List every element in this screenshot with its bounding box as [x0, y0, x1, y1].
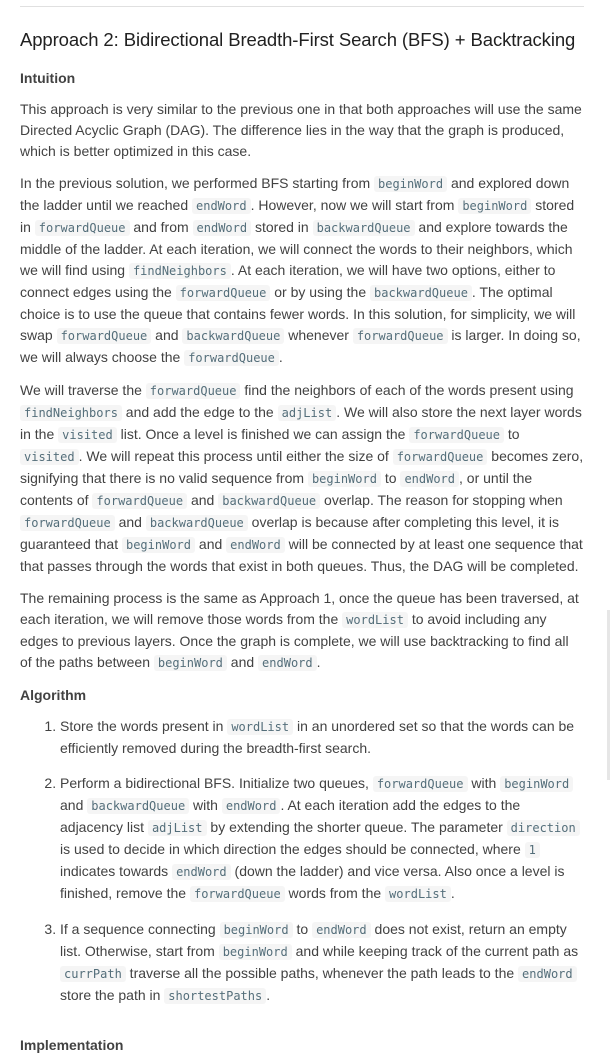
text-run: Store the words present in: [60, 718, 228, 734]
text-run: In the previous solution, we performed B…: [20, 175, 375, 191]
inline-code: endWord: [172, 864, 231, 880]
text-run: .: [266, 987, 271, 1003]
inline-code: beginWord: [219, 922, 293, 938]
inline-code: beginWord: [218, 944, 292, 960]
text-run: and from: [129, 219, 193, 235]
text-run: stored in: [251, 219, 313, 235]
text-run: and: [195, 536, 227, 552]
inline-code: findNeighbors: [20, 405, 122, 421]
algorithm-heading: Algorithm: [20, 687, 87, 703]
inline-code: beginWord: [458, 198, 532, 214]
inline-code: endWord: [258, 655, 317, 671]
text-run: .: [450, 885, 455, 901]
inline-code: forwardQueue: [92, 493, 188, 509]
inline-code: forwardQueue: [20, 515, 115, 531]
inline-code: forwardQueue: [184, 350, 279, 366]
text-run: and: [226, 654, 259, 670]
top-divider: [20, 6, 584, 7]
implementation-heading: Implementation: [20, 1037, 124, 1053]
inline-code: forwardQueue: [352, 328, 448, 344]
text-run: and: [60, 797, 88, 813]
text-run: by extending the shorter queue. The para…: [206, 819, 507, 835]
text-run: is used to decide in which direction the…: [60, 841, 525, 857]
inline-code: forwardQueue: [409, 427, 505, 443]
inline-code: forwardQueue: [34, 220, 130, 236]
text-run: list. Once a level is finished we can as…: [116, 426, 410, 442]
algorithm-steps: Store the words present in wordList in a…: [20, 716, 584, 1007]
inline-code: visited: [20, 449, 79, 465]
text-run: or by using the: [270, 284, 370, 300]
inline-code: forwardQueue: [189, 886, 285, 902]
text-run: .: [316, 654, 321, 670]
text-run: and: [114, 514, 146, 530]
text-run: store the path in: [60, 987, 165, 1003]
inline-code: wordList: [227, 719, 294, 735]
text-run: . We will repeat this process until eith…: [78, 448, 393, 464]
inline-code: endWord: [518, 966, 577, 982]
algorithm-step-3: If a sequence connecting beginWord to en…: [60, 919, 584, 1007]
inline-code: endWord: [400, 471, 460, 487]
text-run: and: [187, 492, 219, 508]
inline-code: endWord: [221, 798, 281, 814]
inline-code: backwardQueue: [312, 220, 415, 236]
approach-title: Approach 2: Bidirectional Breadth-First …: [20, 29, 576, 50]
text-run: and while keeping track of the current p…: [291, 943, 579, 959]
inline-code: adjList: [147, 820, 207, 836]
text-run: . However, now we will start from: [250, 197, 459, 213]
inline-code: forwardQueue: [145, 383, 241, 399]
inline-code: direction: [506, 820, 580, 836]
inline-code: backwardQueue: [87, 798, 190, 814]
inline-code: beginWord: [121, 537, 196, 553]
inline-code: endWord: [192, 198, 251, 214]
text-run: and add the edge to the: [121, 404, 278, 420]
algorithm-step-1: Store the words present in wordList in a…: [60, 716, 584, 759]
intuition-paragraph-2: In the previous solution, we performed B…: [20, 173, 584, 369]
inline-code: beginWord: [500, 776, 574, 792]
text-run: overlap. The reason for stopping when: [320, 492, 563, 508]
inline-code: findNeighbors: [128, 263, 231, 279]
inline-code: forwardQueue: [56, 328, 152, 344]
inline-code: backwardQueue: [145, 515, 248, 531]
text-run: words from the: [284, 885, 386, 901]
inline-code: endWord: [192, 220, 252, 236]
intuition-paragraph-3: We will traverse the forwardQueue find t…: [20, 380, 584, 577]
algorithm-step-2: Perform a bidirectional BFS. Initialize …: [60, 773, 584, 905]
inline-code: shortestPaths: [164, 988, 267, 1004]
inline-code: backwardQueue: [370, 285, 472, 301]
inline-code: beginWord: [374, 176, 448, 192]
text-run: whenever: [284, 327, 353, 343]
inline-code: currPath: [60, 966, 126, 982]
inline-code: endWord: [226, 537, 285, 553]
text-run: and: [151, 327, 183, 343]
text-run: with: [467, 775, 501, 791]
text-run: traverse all the possible paths, wheneve…: [125, 965, 519, 981]
inline-code: forwardQueue: [372, 776, 468, 792]
inline-code: wordList: [342, 612, 408, 628]
text-run: We will traverse the: [20, 382, 146, 398]
text-run: find the neighbors of each of the words …: [240, 382, 574, 398]
text-run: to: [380, 470, 401, 486]
text-run: .: [278, 349, 283, 365]
inline-code: 1: [524, 842, 540, 858]
inline-code: wordList: [385, 886, 451, 902]
text-run: with: [189, 797, 222, 813]
intuition-heading: Intuition: [20, 70, 76, 86]
text-run: to: [292, 921, 313, 937]
inline-code: forwardQueue: [175, 285, 271, 301]
inline-code: beginWord: [153, 655, 227, 671]
intuition-paragraph-4: The remaining process is the same as App…: [20, 588, 584, 674]
text-run: to: [504, 426, 520, 442]
intuition-paragraph-1: This approach is very similar to the pre…: [20, 101, 582, 159]
inline-code: beginWord: [307, 471, 381, 487]
inline-code: visited: [58, 427, 117, 443]
inline-code: backwardQueue: [182, 328, 285, 344]
inline-code: adjList: [277, 405, 337, 421]
inline-code: backwardQueue: [218, 493, 321, 509]
inline-code: endWord: [312, 922, 371, 938]
article-content: Approach 2: Bidirectional Breadth-First …: [20, 28, 584, 1021]
text-run: Perform a bidirectional BFS. Initialize …: [60, 775, 373, 791]
text-run: If a sequence connecting: [60, 921, 220, 937]
inline-code: forwardQueue: [392, 449, 488, 465]
text-run: indicates towards: [60, 863, 173, 879]
